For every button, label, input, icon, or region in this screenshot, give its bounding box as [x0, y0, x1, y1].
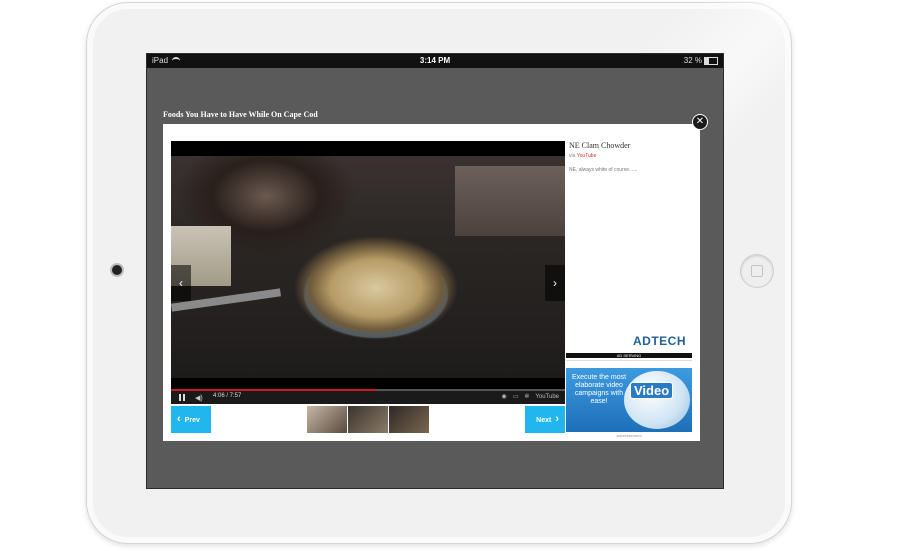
pause-icon[interactable] — [179, 394, 185, 401]
status-right: 32 % — [684, 54, 718, 68]
status-time: 3:14 PM — [419, 56, 451, 65]
thumbnail-2[interactable] — [348, 406, 388, 433]
chevron-right-icon: › — [555, 413, 559, 425]
video-time: 4:06 / 7:57 — [213, 393, 242, 399]
battery-percent: 32 % — [683, 56, 702, 65]
prev-label: Prev — [184, 417, 200, 424]
video-controls: ◀) 4:06 / 7:57 ◉ ▭ ✲ YouTube — [171, 391, 565, 404]
ad-banner-video[interactable]: Execute the most elaborate video campaig… — [566, 368, 692, 432]
ad-serving-strip: AD SERVING — [566, 353, 692, 358]
scene-backsplash — [455, 166, 565, 236]
ad-banner-top[interactable]: ADTECH AD SERVING — [566, 327, 692, 361]
battery-icon — [704, 56, 718, 65]
subtitles-icon[interactable]: ▭ — [513, 394, 519, 400]
video-player[interactable]: ‹ › ◀) 4:06 / 7:57 ◉ ▭ ✲ YouTube — [171, 141, 565, 404]
ad-video-badge: Video — [630, 382, 674, 399]
via-prefix: via — [569, 153, 576, 159]
item-via: via YouTube — [569, 153, 697, 159]
battery-fill — [705, 57, 709, 64]
item-description: NE, always white of course...... — [569, 167, 638, 173]
ad-globe-image — [624, 371, 690, 429]
item-info: NE Clam Chowder via YouTube NE, always w… — [569, 141, 697, 173]
close-button[interactable]: ✕ — [692, 114, 708, 130]
gallery-modal: ‹ › ◀) 4:06 / 7:57 ◉ ▭ ✲ YouTube NE Clam Ch… — [163, 124, 700, 441]
home-square-icon — [751, 265, 763, 277]
ad-caption: advertisement — [616, 433, 642, 438]
video-frame — [171, 156, 565, 378]
thumbnail-1[interactable] — [307, 406, 347, 433]
ipad-screen: iPad 3:14 PM 32 % Foods You Have to Have… — [146, 53, 724, 489]
ad-text: Execute the most elaborate video campaig… — [571, 374, 627, 405]
source-link[interactable]: YouTube — [577, 153, 597, 159]
video-next-arrow[interactable]: › — [545, 265, 565, 301]
video-control-icons: ◉ ▭ ✲ YouTube — [495, 393, 559, 400]
home-button[interactable] — [740, 254, 774, 288]
video-prev-arrow[interactable]: ‹ — [171, 265, 191, 301]
prev-button[interactable]: ‹ Prev — [171, 406, 211, 433]
thumbnail-3[interactable] — [389, 406, 429, 433]
page-title: Foods You Have to Have While On Cape Cod — [163, 110, 318, 119]
status-bar: iPad 3:14 PM 32 % — [147, 54, 723, 68]
item-title: NE Clam Chowder — [569, 141, 631, 150]
chevron-left-icon: ‹ — [177, 413, 181, 425]
adtech-logo: ADTECH — [633, 334, 686, 348]
next-button[interactable]: Next › — [525, 406, 565, 433]
captions-icon[interactable]: ◉ — [501, 394, 506, 400]
next-label: Next — [536, 417, 552, 424]
settings-icon[interactable]: ✲ — [524, 394, 529, 400]
youtube-logo[interactable]: YouTube — [535, 394, 559, 400]
camera-icon — [112, 265, 122, 275]
volume-icon[interactable]: ◀) — [195, 394, 203, 402]
